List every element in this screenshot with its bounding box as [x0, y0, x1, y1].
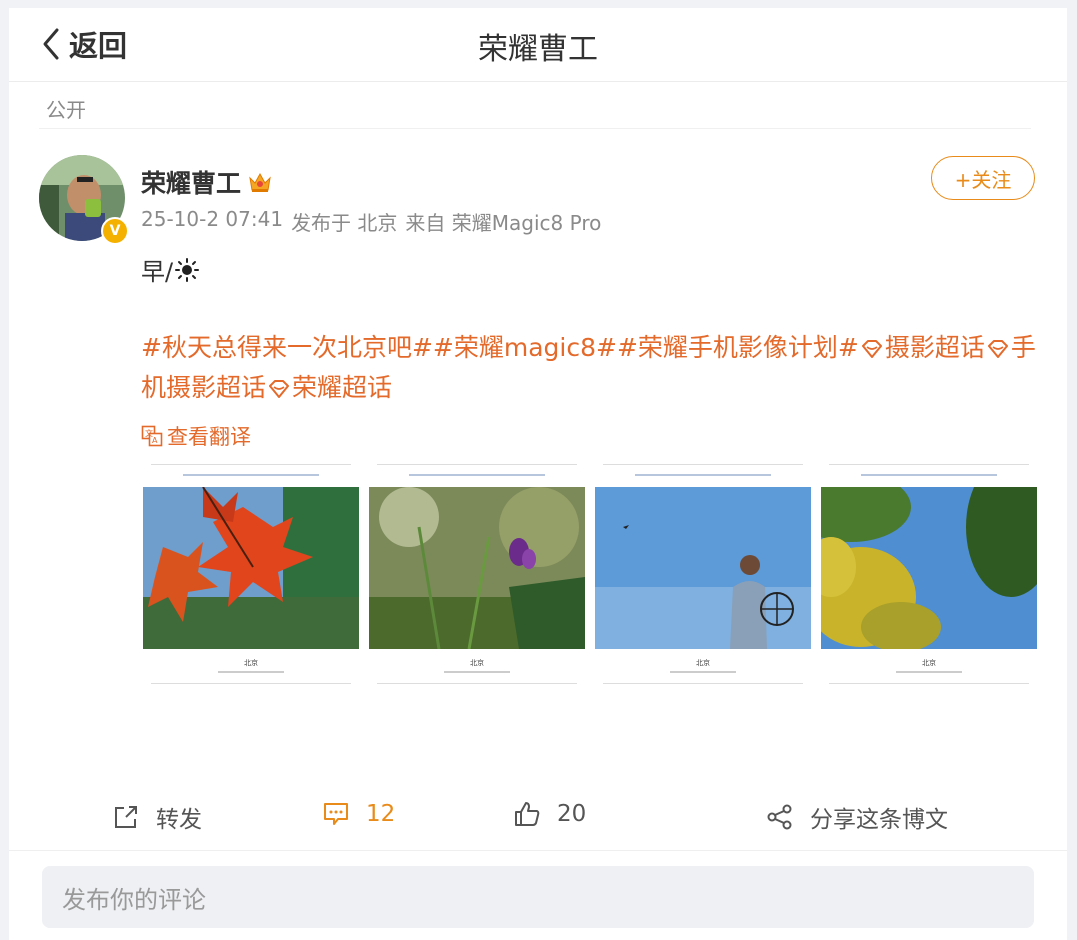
- super-topic-icon: [987, 340, 1008, 358]
- share-icon: [767, 804, 792, 830]
- topic-link[interactable]: #荣耀手机影像计划#: [617, 333, 859, 362]
- image-thumbnail[interactable]: 北京: [369, 464, 585, 686]
- comment-button[interactable]: 12: [322, 800, 395, 828]
- top-bar: 返回 荣耀曹工: [9, 8, 1067, 82]
- repost-icon: [115, 806, 137, 828]
- repost-button[interactable]: 转发: [112, 800, 202, 834]
- location: 发布于 北京: [291, 211, 398, 235]
- photo-man-kite: [595, 487, 811, 649]
- photo-yellow-tree: [821, 487, 1037, 649]
- username[interactable]: 荣耀曹工: [141, 164, 241, 200]
- verified-badge-icon: V: [101, 217, 129, 245]
- image-thumbnail[interactable]: 北京: [143, 464, 359, 686]
- svg-text:A: A: [152, 436, 158, 445]
- post-text-content: 早/: [141, 258, 174, 286]
- action-bar: 转发 12 20 分享这条博文: [9, 780, 1067, 851]
- image-caption: 北京: [922, 659, 936, 667]
- image-caption: 北京: [244, 659, 258, 667]
- post-meta: 25-10-2 07:41 发布于 北京 来自 荣耀Magic8 Pro: [141, 207, 601, 236]
- image-thumbnail[interactable]: 北京: [821, 464, 1037, 686]
- topic-tags: #秋天总得来一次北京吧##荣耀magic8##荣耀手机影像计划# 摄影超话 手机摄影…: [141, 328, 1036, 408]
- image-thumbnail[interactable]: 北京: [595, 464, 811, 686]
- follow-button[interactable]: +关注: [931, 156, 1035, 200]
- divider: [39, 128, 1031, 129]
- comment-count: 12: [366, 801, 396, 827]
- comment-input[interactable]: 发布你的评论: [42, 866, 1034, 928]
- timestamp: 25-10-2 07:41: [141, 207, 284, 231]
- share-label: 分享这条博文: [810, 807, 948, 833]
- thumbs-up-icon: [515, 802, 540, 826]
- visibility-label: 公开: [46, 98, 86, 122]
- avatar[interactable]: V: [39, 155, 129, 245]
- image-caption: 北京: [470, 659, 484, 667]
- sun-icon: [175, 257, 200, 282]
- share-button[interactable]: 分享这条博文: [766, 800, 948, 834]
- username-row: 荣耀曹工: [141, 164, 273, 200]
- crown-icon: [249, 172, 271, 192]
- super-topic-link[interactable]: 荣耀超话: [292, 373, 392, 402]
- post-text: 早/: [141, 252, 200, 287]
- super-topic-icon: [861, 340, 882, 358]
- photo-purple-flower: [369, 487, 585, 649]
- super-topic-link[interactable]: 摄影超话: [885, 333, 985, 362]
- super-topic-icon: [269, 380, 290, 398]
- translate-icon: 文 A: [141, 425, 163, 447]
- like-button[interactable]: 20: [513, 800, 586, 828]
- image-caption: 北京: [696, 659, 710, 667]
- image-gallery: 北京 北京 北京 北京: [143, 464, 1037, 686]
- topic-link[interactable]: #秋天总得来一次北京吧#: [141, 333, 433, 362]
- repost-label: 转发: [156, 807, 202, 833]
- photo-maple-leaves: [143, 487, 359, 649]
- translate-button[interactable]: 文 A 查看翻译: [141, 421, 251, 451]
- page-title: 荣耀曹工: [478, 32, 598, 67]
- translate-label: 查看翻译: [167, 425, 251, 449]
- like-count: 20: [557, 801, 587, 827]
- source: 来自 荣耀Magic8 Pro: [405, 211, 602, 235]
- topic-link[interactable]: #荣耀magic8#: [433, 333, 617, 362]
- post-detail-card: 返回 荣耀曹工 公开 V 荣耀曹工 +关注 25-10-2 07:41 发布于 …: [9, 8, 1067, 940]
- comment-icon: [324, 803, 348, 825]
